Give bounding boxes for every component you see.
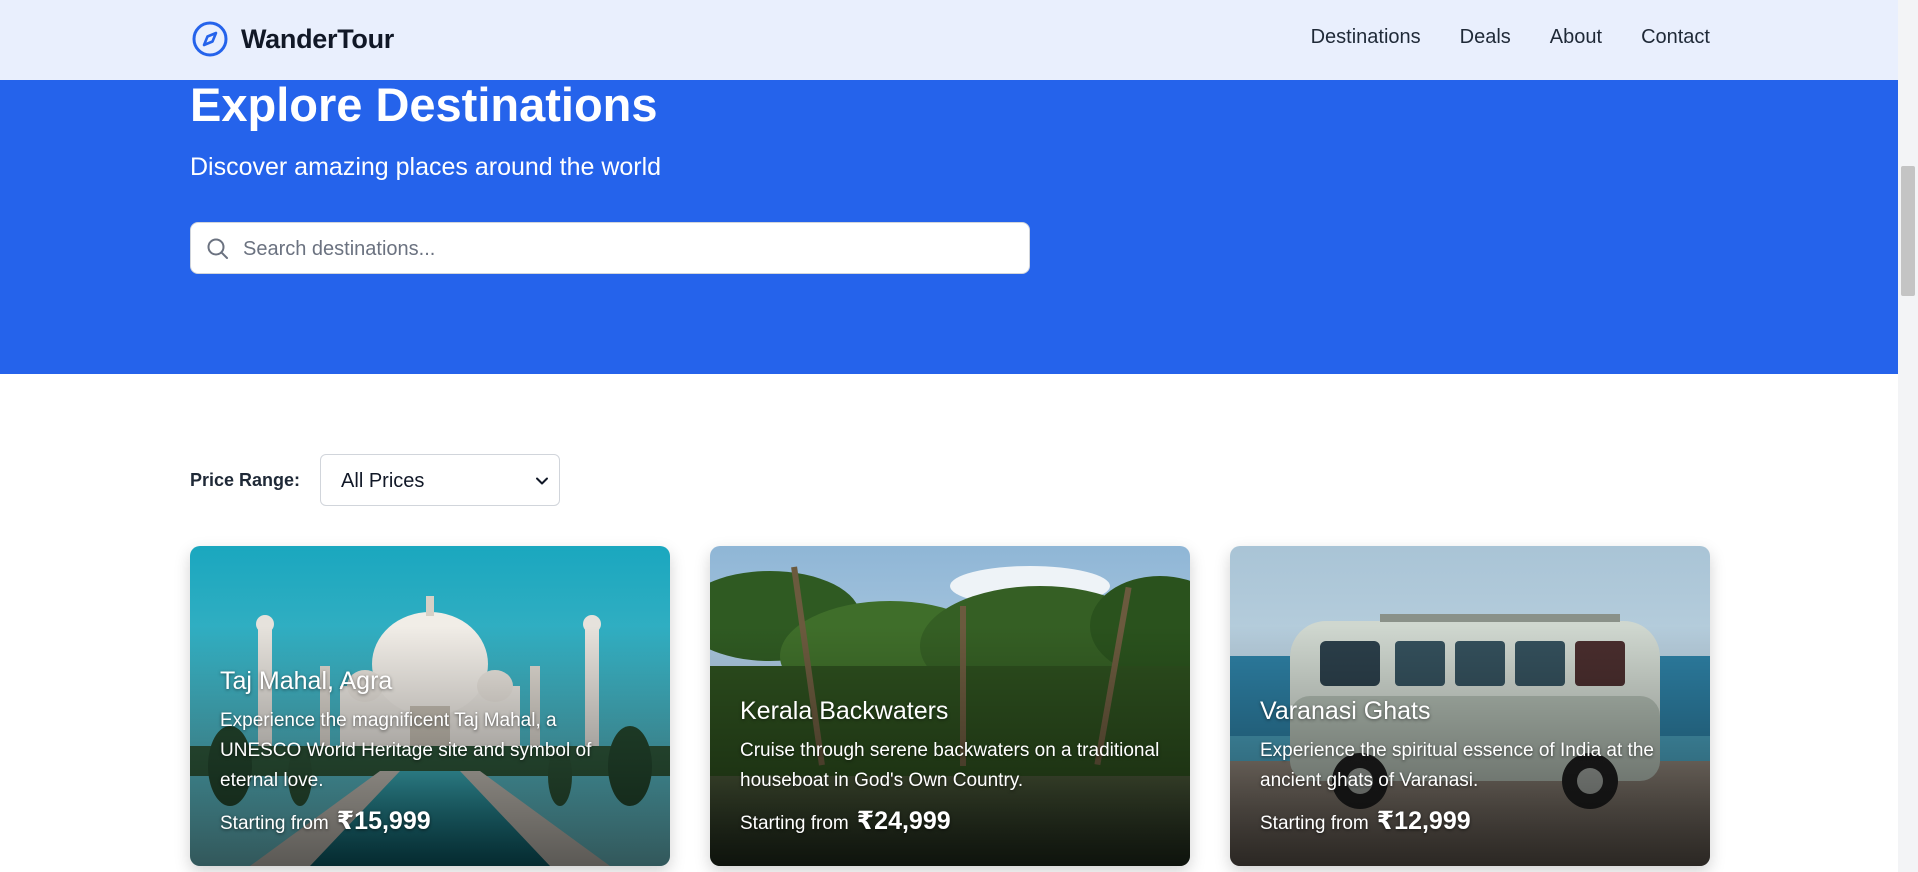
card-price-label: Starting from xyxy=(740,813,849,834)
search-icon xyxy=(207,238,228,259)
card-price-row: Starting from ₹24,999 xyxy=(740,806,1160,836)
card-price-label: Starting from xyxy=(1260,813,1369,834)
price-range-value: All Prices xyxy=(341,470,425,492)
card-price: ₹15,999 xyxy=(336,807,431,835)
search-input[interactable] xyxy=(241,223,1015,275)
brand-logo[interactable]: WanderTour xyxy=(190,19,394,59)
hero-section: Explore Destinations Discover amazing pl… xyxy=(0,80,1898,374)
card-price: ₹12,999 xyxy=(1376,807,1471,835)
destination-card-varanasi-ghats[interactable]: Varanasi Ghats Experience the spiritual … xyxy=(1230,546,1710,866)
search-box[interactable] xyxy=(190,222,1030,275)
price-range-label: Price Range: xyxy=(190,469,301,490)
card-description: Experience the spiritual essence of Indi… xyxy=(1260,740,1654,791)
navbar: WanderTour Destinations Deals About Cont… xyxy=(0,0,1898,80)
card-body: Varanasi Ghats Experience the spiritual … xyxy=(1260,696,1680,836)
card-description: Experience the magnificent Taj Mahal, a … xyxy=(220,710,592,791)
card-body: Kerala Backwaters Cruise through serene … xyxy=(740,696,1160,836)
card-title: Varanasi Ghats xyxy=(1260,697,1431,725)
compass-icon xyxy=(192,21,228,57)
scrollbar[interactable] xyxy=(1898,0,1918,872)
card-description: Cruise through serene backwaters on a tr… xyxy=(740,740,1160,791)
card-title: Kerala Backwaters xyxy=(740,697,949,725)
destination-card-taj-mahal[interactable]: Taj Mahal, Agra Experience the magnifice… xyxy=(190,546,670,866)
brand-name: WanderTour xyxy=(241,23,394,54)
card-body: Taj Mahal, Agra Experience the magnifice… xyxy=(220,666,640,836)
nav-link-deals[interactable]: Deals xyxy=(1460,26,1511,49)
nav-links: Destinations Deals About Contact xyxy=(1311,26,1710,49)
page-title: Explore Destinations xyxy=(190,78,658,131)
price-filter: Price Range: All Prices xyxy=(190,454,561,506)
nav-link-about[interactable]: About xyxy=(1550,26,1602,49)
card-price-row: Starting from ₹15,999 xyxy=(220,806,640,836)
card-price: ₹24,999 xyxy=(856,807,951,835)
page: WanderTour Destinations Deals About Cont… xyxy=(0,0,1898,872)
destination-card-kerala-backwaters[interactable]: Kerala Backwaters Cruise through serene … xyxy=(710,546,1190,866)
price-range-select[interactable]: All Prices xyxy=(320,454,561,506)
card-price-row: Starting from ₹12,999 xyxy=(1260,806,1680,836)
scrollbar-thumb[interactable] xyxy=(1901,166,1915,296)
nav-link-destinations[interactable]: Destinations xyxy=(1311,26,1421,49)
card-price-label: Starting from xyxy=(220,813,329,834)
nav-link-contact[interactable]: Contact xyxy=(1641,26,1710,49)
card-title: Taj Mahal, Agra xyxy=(220,667,393,695)
hero-subtitle: Discover amazing places around the world xyxy=(190,153,662,181)
chevron-down-icon xyxy=(536,477,549,485)
destination-cards: Taj Mahal, Agra Experience the magnifice… xyxy=(190,546,1710,866)
